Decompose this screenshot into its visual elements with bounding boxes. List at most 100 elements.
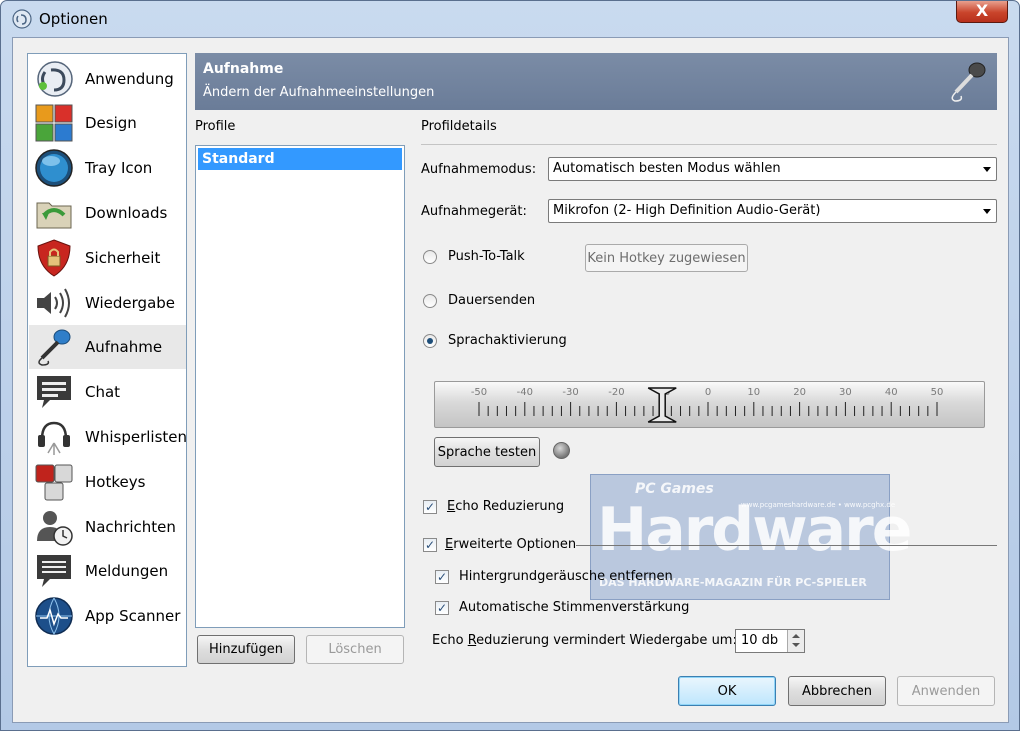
echo-reduction-label[interactable]: Echo Reduzierung [447, 499, 564, 514]
echo-reduction-text: cho Reduzierung [455, 499, 565, 514]
cancel-button[interactable]: Abbrechen [788, 676, 886, 706]
sidebar-item-label: Tray Icon [85, 159, 153, 177]
sidebar-item-label: Meldungen [85, 562, 169, 580]
profile-list[interactable]: Standard [195, 145, 405, 628]
spinner-buttons[interactable] [787, 630, 804, 652]
sidebar-item-label: Design [85, 114, 137, 132]
page-subtitle: Ändern der Aufnahmeeinstellungen [203, 85, 435, 100]
sidebar-item-label: App Scanner [85, 607, 181, 625]
sidebar-item-tray-icon[interactable]: Tray Icon [29, 146, 186, 190]
record-device-label: Aufnahmegerät: [421, 204, 527, 219]
slider-tick-label: 20 [793, 387, 806, 398]
profile-heading: Profile [195, 119, 236, 134]
sidebar-item-label: Chat [85, 383, 121, 401]
record-mode-value: Automatisch besten Modus wählen [553, 161, 781, 176]
slider-tick-label: -30 [562, 387, 578, 398]
slider-tick-label: -50 [471, 387, 487, 398]
echo-amount-text-post: eduzierung vermindert Wiedergabe um: [476, 633, 737, 648]
options-window: Optionen X Anwendung Design Tray Icon Do… [0, 0, 1020, 731]
slider-tick-label: 30 [839, 387, 852, 398]
continuous-transmission-radio[interactable] [423, 294, 437, 308]
microphone-icon [38, 329, 71, 366]
spin-down-icon[interactable] [792, 643, 800, 647]
advanced-options-label[interactable]: Erweiterte Optionen [445, 537, 576, 552]
push-to-talk-radio[interactable] [423, 250, 437, 264]
list-item[interactable]: Standard [198, 148, 402, 170]
background-noise-label[interactable]: Hintergrundgeräusche entfernen [459, 569, 673, 584]
category-sidebar: Anwendung Design Tray Icon Downloads Sic… [27, 53, 187, 667]
auto-gain-checkbox[interactable]: ✓ [435, 601, 449, 615]
echo-amount-value: 10 db [741, 633, 779, 648]
slider-handle[interactable] [647, 387, 677, 423]
group-divider [576, 545, 997, 546]
security-shield-icon [37, 239, 71, 277]
chat-bubble-icon [37, 376, 71, 408]
voice-activation-level-slider[interactable]: -50-40-30-20-1001020304050 [434, 381, 985, 428]
add-profile-button[interactable]: Hinzufügen [197, 635, 295, 664]
slider-tick-label: 0 [705, 387, 711, 398]
echo-amount-label: Echo Reduzierung vermindert Wiedergabe u… [432, 633, 737, 648]
advanced-options-hotkey: E [445, 537, 454, 552]
advanced-options-checkbox[interactable]: ✓ [423, 538, 437, 552]
push-to-talk-label[interactable]: Push-To-Talk [448, 249, 525, 264]
sidebar-item-nachrichten[interactable]: Nachrichten [29, 505, 186, 549]
sidebar-item-label: Sicherheit [85, 249, 161, 267]
sidebar-item-sicherheit[interactable]: Sicherheit [29, 236, 186, 280]
record-device-value: Mikrofon (2- High Definition Audio-Gerät… [553, 203, 821, 218]
echo-reduction-hotkey: E [447, 499, 456, 514]
page-header-banner: Aufnahme Ändern der Aufnahmeeinstellunge… [195, 53, 997, 110]
echo-amount-spinner[interactable]: 10 db [735, 629, 805, 653]
sidebar-item-label: Wiedergabe [85, 294, 176, 312]
teamspeak-icon [37, 61, 73, 97]
sidebar-item-app-scanner[interactable]: App Scanner [29, 594, 186, 638]
slider-tick-label: -20 [608, 387, 624, 398]
sidebar-item-hotkeys[interactable]: Hotkeys [29, 460, 186, 504]
record-mode-label: Aufnahmemodus: [421, 162, 537, 177]
sidebar-item-label: Whisperlisten [85, 428, 188, 446]
watermark-logo: Hardware [597, 495, 912, 565]
voice-activation-radio[interactable] [423, 334, 437, 348]
assign-hotkey-button[interactable]: Kein Hotkey zugewiesen [585, 244, 748, 272]
record-device-select[interactable]: Mikrofon (2- High Definition Audio-Gerät… [548, 199, 997, 223]
title-bar[interactable]: Optionen X [1, 1, 1019, 37]
echo-amount-text-pre: Echo [432, 633, 468, 648]
close-button[interactable]: X [956, 1, 1008, 23]
background-noise-checkbox[interactable]: ✓ [435, 570, 449, 584]
sidebar-item-chat[interactable]: Chat [29, 370, 186, 414]
microphone-icon [951, 62, 986, 102]
sidebar-item-wiedergabe[interactable]: Wiedergabe [29, 281, 186, 325]
advanced-options-text: rweiterte Optionen [453, 537, 577, 552]
sidebar-item-whisperlisten[interactable]: Whisperlisten [29, 415, 188, 459]
slider-tick-label: 10 [747, 387, 760, 398]
ok-button[interactable]: OK [678, 676, 776, 706]
speaker-icon [37, 288, 70, 318]
slider-tick-label: 50 [931, 387, 944, 398]
sidebar-item-label: Anwendung [85, 70, 174, 88]
record-mode-select[interactable]: Automatisch besten Modus wählen [548, 157, 997, 181]
delete-profile-button[interactable]: Löschen [306, 635, 404, 664]
sidebar-item-downloads[interactable]: Downloads [29, 191, 186, 235]
notifications-bubble-icon [37, 555, 71, 587]
continuous-transmission-label[interactable]: Dauersenden [448, 293, 535, 308]
sidebar-item-label: Aufnahme [85, 338, 163, 356]
spin-up-icon[interactable] [792, 634, 800, 638]
echo-amount-hotkey: R [467, 633, 477, 648]
downloads-folder-icon [36, 202, 72, 229]
sidebar-item-meldungen[interactable]: Meldungen [29, 549, 186, 593]
slider-tick-label: 40 [885, 387, 898, 398]
sidebar-item-design[interactable]: Design [29, 101, 186, 145]
sidebar-item-label: Hotkeys [85, 473, 146, 491]
apply-button[interactable]: Anwenden [897, 676, 995, 706]
chevron-down-icon [983, 167, 991, 172]
design-tiles-icon [35, 104, 73, 142]
echo-reduction-checkbox[interactable]: ✓ [423, 500, 437, 514]
close-icon: X [975, 1, 989, 20]
test-voice-button[interactable]: Sprache testen [434, 437, 540, 467]
sidebar-item-anwendung[interactable]: Anwendung [29, 57, 186, 101]
dialog-client-area: Anwendung Design Tray Icon Downloads Sic… [12, 37, 1009, 723]
divider [421, 144, 997, 145]
auto-gain-label[interactable]: Automatische Stimmenverstärkung [459, 600, 689, 615]
voice-activation-label[interactable]: Sprachaktivierung [448, 333, 567, 348]
sidebar-item-aufnahme[interactable]: Aufnahme [29, 325, 186, 369]
sidebar-item-label: Downloads [85, 204, 168, 222]
